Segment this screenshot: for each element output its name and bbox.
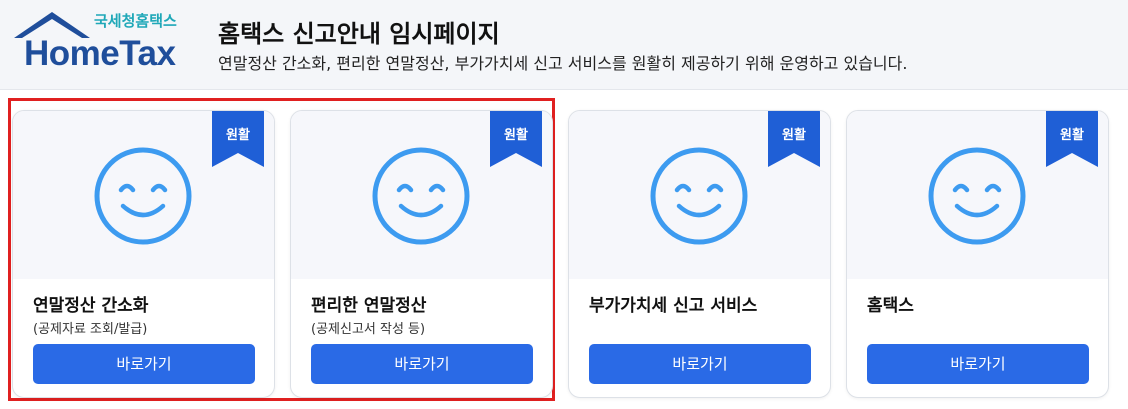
card-image-area: 원활 bbox=[569, 111, 830, 279]
go-button[interactable]: 바로가기 bbox=[589, 344, 811, 384]
smiley-face-icon bbox=[650, 147, 748, 245]
service-card-vat-filing: 원활 부가가치세 신고 서비스 바로가기 bbox=[568, 110, 831, 398]
status-badge: 원활 bbox=[226, 128, 250, 143]
card-image-area: 원활 bbox=[291, 111, 552, 279]
hometax-logo[interactable]: 국세청홈택스 HomeTax bbox=[10, 8, 182, 73]
card-subtitle: (공제자료 조회/발급) bbox=[33, 322, 148, 337]
smiley-face-icon bbox=[372, 147, 470, 245]
smiley-face-icon bbox=[94, 147, 192, 245]
status-badge: 원활 bbox=[1060, 128, 1084, 143]
logo-subtitle: 국세청홈택스 bbox=[94, 12, 177, 30]
service-card-yearend-simplified: 원활 연말정산 간소화 (공제자료 조회/발급) 바로가기 bbox=[12, 110, 275, 398]
card-image-area: 원활 bbox=[847, 111, 1108, 279]
logo-name: HomeTax bbox=[24, 34, 176, 73]
card-title: 연말정산 간소화 bbox=[33, 296, 149, 316]
status-badge: 원활 bbox=[504, 128, 528, 143]
page-description: 연말정산 간소화, 편리한 연말정산, 부가가치세 신고 서비스를 원활히 제공… bbox=[218, 54, 908, 73]
smiley-face-icon bbox=[928, 147, 1026, 245]
card-title: 편리한 연말정산 bbox=[311, 296, 427, 316]
page-title: 홈택스 신고안내 임시페이지 bbox=[218, 20, 500, 48]
card-title: 홈택스 bbox=[867, 296, 914, 316]
go-button[interactable]: 바로가기 bbox=[867, 344, 1089, 384]
service-card-hometax: 원활 홈택스 바로가기 bbox=[846, 110, 1109, 398]
page-header: 국세청홈택스 HomeTax 홈택스 신고안내 임시페이지 연말정산 간소화, … bbox=[0, 0, 1128, 90]
status-badge: 원활 bbox=[782, 128, 806, 143]
service-card-convenient-yearend: 원활 편리한 연말정산 (공제신고서 작성 등) 바로가기 bbox=[290, 110, 553, 398]
card-subtitle: (공제신고서 작성 등) bbox=[311, 322, 426, 337]
card-image-area: 원활 bbox=[13, 111, 274, 279]
go-button[interactable]: 바로가기 bbox=[311, 344, 533, 384]
go-button[interactable]: 바로가기 bbox=[33, 344, 255, 384]
card-title: 부가가치세 신고 서비스 bbox=[589, 296, 758, 316]
